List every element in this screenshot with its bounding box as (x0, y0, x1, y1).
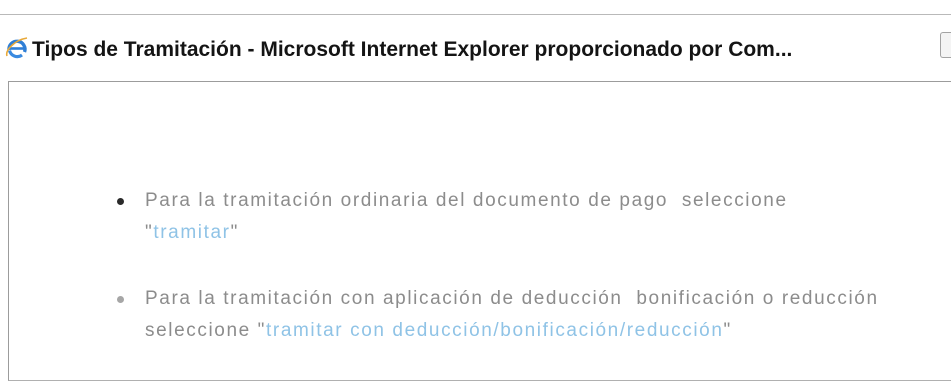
item-action-prefix: seleccione " (145, 320, 267, 341)
quote-close: " (230, 222, 239, 243)
item-description: Para la tramitación ordinaria del docume… (145, 190, 788, 211)
item-description: Para la tramitación con aplicación de de… (145, 288, 879, 309)
item-action-line: "tramitar" (145, 217, 239, 249)
top-divider (0, 14, 951, 15)
bullet-dot (117, 296, 124, 303)
browser-popup-window: Tipos de Tramitación - Microsoft Interne… (0, 0, 951, 385)
tramitar-link[interactable]: tramitar (153, 222, 230, 243)
tramitar-con-deduccion-link[interactable]: tramitar con deducción/bonificación/redu… (266, 320, 724, 341)
page-content: Para la tramitación ordinaria del docume… (8, 81, 951, 381)
window-titlebar[interactable]: Tipos de Tramitación - Microsoft Interne… (0, 28, 951, 78)
internet-explorer-icon (5, 36, 29, 60)
window-title: Tipos de Tramitación - Microsoft Interne… (32, 38, 793, 61)
quote-close: " (723, 320, 732, 341)
bullet-dot (117, 198, 124, 205)
item-action-line: seleccione "tramitar con deducción/bonif… (145, 315, 732, 347)
window-control-button[interactable] (940, 32, 951, 58)
